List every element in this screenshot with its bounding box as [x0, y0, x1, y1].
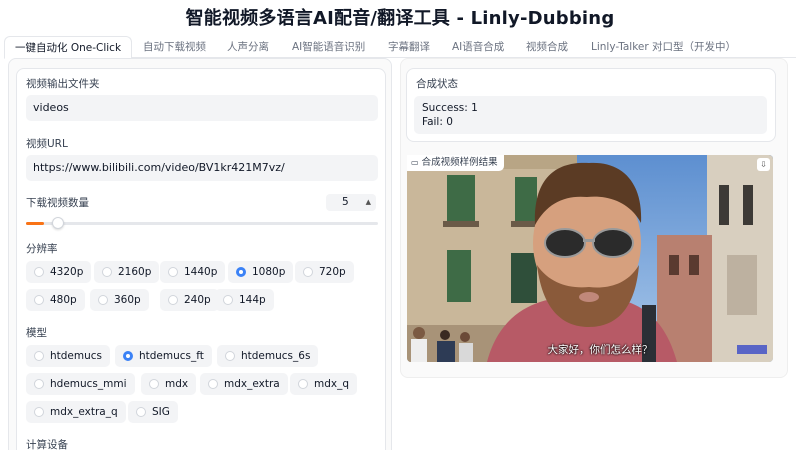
video-url-input[interactable]: https://www.bilibili.com/video/BV1kr421M… — [26, 155, 378, 181]
resolution-option-360p[interactable]: 360p — [90, 289, 149, 311]
radio-circle-icon[interactable] — [34, 295, 44, 305]
resolution-option-4320p[interactable]: 4320p — [26, 261, 92, 283]
radio-label: htdemucs_ft — [139, 350, 204, 362]
download-count-value: 5 — [342, 196, 349, 208]
radio-circle-icon[interactable] — [298, 379, 308, 389]
radio-circle-icon[interactable] — [34, 407, 44, 417]
radio-circle-icon[interactable] — [123, 351, 133, 361]
radio-label: mdx_q — [314, 378, 350, 390]
tab-vocal-separation[interactable]: 人声分离 — [227, 36, 269, 58]
radio-label: htdemucs_6s — [241, 350, 311, 362]
video-result-label: ▭ 合成视频样例结果 — [407, 155, 504, 171]
video-subtitle: 大家好，你们怎么样？ — [547, 344, 653, 356]
resolution-option-144p[interactable]: 144p — [215, 289, 274, 311]
video-player[interactable]: 大家好，你们怎么样？ — [407, 155, 773, 362]
model-option-hdemucs-mmi[interactable]: hdemucs_mmi — [26, 373, 135, 395]
radio-circle-icon[interactable] — [168, 267, 178, 277]
radio-label: mdx_extra — [224, 378, 280, 390]
spinner-icon[interactable]: ▲ — [366, 194, 371, 211]
radio-label: 360p — [114, 294, 141, 306]
model-option-mdx-q[interactable]: mdx_q — [290, 373, 358, 395]
radio-label: SIG — [152, 406, 170, 418]
radio-circle-icon[interactable] — [208, 379, 218, 389]
tab-tts[interactable]: AI语音合成 — [452, 36, 504, 58]
video-url-label: 视频URL — [26, 138, 68, 150]
device-label: 计算设备 — [26, 439, 68, 450]
tab-auto-download[interactable]: 自动下载视频 — [143, 36, 206, 58]
resolution-option-2160p[interactable]: 2160p — [94, 261, 160, 283]
radio-label: 720p — [319, 266, 346, 278]
tab-one-click[interactable]: 一键自动化 One-Click — [4, 36, 133, 59]
radio-label: htdemucs — [50, 350, 103, 362]
video-frame — [407, 155, 773, 362]
output-folder-input[interactable]: videos — [26, 95, 378, 121]
radio-label: 4320p — [50, 266, 84, 278]
tab-video-synthesis[interactable]: 视频合成 — [526, 36, 568, 58]
radio-label: 1440p — [184, 266, 218, 278]
model-option-htdemucs-6s[interactable]: htdemucs_6s — [217, 345, 319, 367]
radio-circle-icon[interactable] — [168, 295, 178, 305]
resolution-option-1080p[interactable]: 1080p — [228, 261, 294, 283]
slider-thumb[interactable] — [51, 217, 64, 229]
radio-circle-icon[interactable] — [149, 379, 159, 389]
radio-label: mdx_extra_q — [50, 406, 118, 418]
video-camera-icon: ▭ — [411, 158, 419, 167]
radio-circle-icon[interactable] — [136, 407, 146, 417]
slider-fill — [26, 222, 44, 225]
tab-linly-talker[interactable]: Linly-Talker 对口型（开发中） — [591, 36, 736, 58]
download-count-slider[interactable] — [26, 217, 378, 229]
radio-label: 1080p — [252, 266, 286, 278]
radio-circle-icon[interactable] — [98, 295, 108, 305]
resolution-option-720p[interactable]: 720p — [295, 261, 354, 283]
radio-circle-icon[interactable] — [225, 351, 235, 361]
download-count-number-input[interactable]: 5 ▲ — [326, 194, 376, 211]
radio-label: 144p — [239, 294, 266, 306]
radio-circle-icon[interactable] — [303, 267, 313, 277]
model-option-sig[interactable]: SIG — [128, 401, 178, 423]
page-title: 智能视频多语言AI配音/翻译工具 - Linly-Dubbing — [185, 8, 615, 29]
radio-label: mdx — [165, 378, 189, 390]
radio-circle-icon[interactable] — [34, 267, 44, 277]
model-option-mdx[interactable]: mdx — [141, 373, 197, 395]
radio-circle-icon[interactable] — [34, 351, 44, 361]
download-icon[interactable]: ⇩ — [757, 158, 770, 171]
radio-circle-icon[interactable] — [34, 379, 44, 389]
model-label: 模型 — [26, 327, 47, 339]
radio-label: 480p — [50, 294, 77, 306]
model-option-mdx-extra-q[interactable]: mdx_extra_q — [26, 401, 126, 423]
resolution-option-480p[interactable]: 480p — [26, 289, 85, 311]
resolution-option-240p[interactable]: 240p — [160, 289, 219, 311]
download-count-label: 下载视频数量 — [26, 197, 89, 209]
status-label: 合成状态 — [416, 78, 458, 90]
tab-bar: 一键自动化 One-Click 自动下载视频 人声分离 AI智能语音识别 字幕翻… — [4, 36, 796, 59]
tab-subtitle-translation[interactable]: 字幕翻译 — [388, 36, 430, 58]
radio-circle-icon[interactable] — [236, 267, 246, 277]
radio-circle-icon[interactable] — [102, 267, 112, 277]
model-option-htdemucs-ft[interactable]: htdemucs_ft — [115, 345, 212, 367]
tab-asr[interactable]: AI智能语音识别 — [292, 36, 365, 58]
radio-label: 240p — [184, 294, 211, 306]
status-output: Success: 1 Fail: 0 — [414, 96, 767, 134]
resolution-label: 分辨率 — [26, 243, 58, 255]
output-folder-label: 视频输出文件夹 — [26, 78, 100, 90]
model-option-htdemucs[interactable]: htdemucs — [26, 345, 111, 367]
status-line-success: Success: 1 — [422, 102, 478, 114]
model-option-mdx-extra[interactable]: mdx_extra — [200, 373, 288, 395]
radio-label: 2160p — [118, 266, 152, 278]
radio-circle-icon[interactable] — [223, 295, 233, 305]
radio-label: hdemucs_mmi — [50, 378, 127, 390]
resolution-option-1440p[interactable]: 1440p — [160, 261, 226, 283]
status-line-fail: Fail: 0 — [422, 116, 453, 128]
